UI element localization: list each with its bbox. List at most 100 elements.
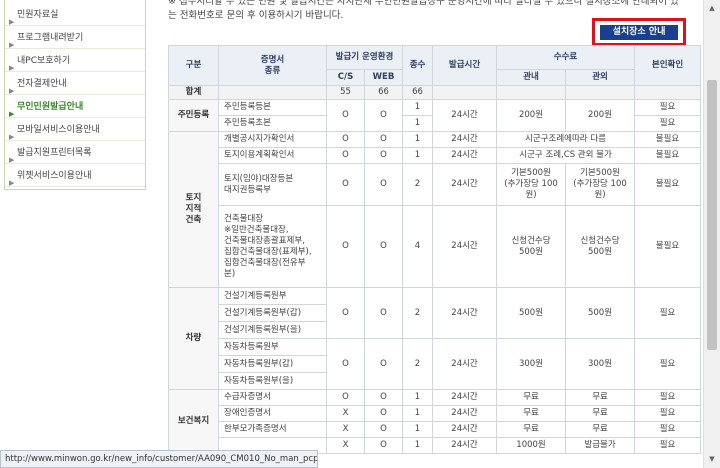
- bullet-icon: ▶: [9, 179, 15, 187]
- identity-cell: 필요: [634, 437, 702, 454]
- fee-in-cell: 무료: [496, 389, 567, 406]
- hours-cell: 24시간: [432, 437, 498, 454]
- header-identity: 본인확인: [634, 45, 702, 86]
- header-count: 종수: [402, 45, 434, 86]
- certificate-name: 자동차등록원부(을): [218, 372, 327, 390]
- cs-cell: O: [326, 147, 365, 164]
- header-cs: C/S: [326, 69, 365, 86]
- cs-cell: X: [326, 421, 365, 438]
- total-web: 66: [363, 85, 404, 100]
- header-fee-outside: 관외: [565, 69, 636, 86]
- table-row: 차량 건설기계등록원부 O O 2 24시간 500원 500원 필요: [168, 287, 702, 390]
- fee-in-cell: 200원: [496, 99, 567, 132]
- fee-out-cell: 200원: [565, 99, 636, 132]
- sidebar-item-label: 민원자료실: [17, 10, 59, 20]
- certificate-name: 건축물대장 ※일반건축물대장, 건축물대장총괄표제부, 집합건축물대장(표제부)…: [218, 205, 327, 288]
- sidebar-item-widget-guide[interactable]: ▶ 위젯서비스이용안내: [5, 165, 145, 187]
- web-cell: O: [363, 287, 404, 339]
- sidebar: ▶ 민원자료실 ▶ 프로그램내려받기 ▶ 내PC보호하기 ▶ 전자결제안내 ▶ 무인민원발…: [0, 0, 152, 468]
- fee-out-cell: 300원: [565, 338, 636, 390]
- total-label: 합계: [168, 85, 219, 100]
- cell: [432, 85, 498, 100]
- category-welfare: 보건복지: [168, 389, 219, 454]
- web-cell: O: [363, 389, 404, 406]
- certificate-name: 건설기계등록원부(갑): [218, 304, 327, 322]
- header-fee-guide: 관내: [496, 69, 567, 86]
- fee-in-cell: 300원: [496, 338, 567, 390]
- certificate-name: 개별공시지가확인서: [218, 131, 327, 148]
- web-cell: O: [363, 205, 404, 288]
- table-row: 보건복지 수급자증명서 O O 1 24시간 무료 무료 필요: [168, 389, 702, 454]
- count-cell: 1: [402, 437, 434, 454]
- cs-cell: O: [326, 99, 365, 132]
- hours-cell: 24시간: [432, 389, 498, 406]
- table-row-total: 합계 55 66 66: [168, 85, 702, 100]
- sidebar-item-data-room[interactable]: ▶ 민원자료실: [5, 4, 145, 26]
- sidebar-item-label: 무인민원발급안내: [17, 102, 84, 112]
- hours-cell: 24시간: [432, 338, 498, 390]
- cs-cell: O: [326, 205, 365, 288]
- hours-cell: 24시간: [432, 147, 498, 164]
- header-hours: 발급시간: [432, 45, 498, 86]
- scroll-up-icon[interactable]: ▲: [704, 0, 720, 17]
- identity-cell: 불필요: [634, 163, 702, 206]
- identity-cell: 필요: [634, 287, 702, 339]
- table-row: 건축물대장 ※일반건축물대장, 건축물대장총괄표제부, 집합건축물대장(표제부)…: [169, 205, 702, 288]
- fee-out-cell: 무료: [565, 389, 636, 406]
- certificate-name: 건설기계등록원부: [218, 287, 327, 305]
- count-cell: 4: [402, 205, 434, 288]
- certificate-name: 주민등록등본: [218, 99, 327, 116]
- cs-cell: O: [326, 389, 365, 406]
- install-location-button[interactable]: 설치장소 안내: [600, 25, 678, 40]
- category-resident: 주민등록: [168, 99, 219, 132]
- count-cell: 1: [402, 147, 434, 164]
- hours-cell: 24시간: [432, 99, 498, 132]
- web-cell: O: [363, 99, 404, 132]
- hours-cell: 24시간: [432, 405, 498, 422]
- sidebar-item-downloads[interactable]: ▶ 프로그램내려받기: [5, 27, 145, 49]
- header-fee: 수수료: [496, 45, 636, 70]
- cs-cell: O: [326, 287, 365, 339]
- sidebar-item-printer-list[interactable]: ▶ 발급지원프린터목록: [5, 142, 145, 164]
- fee-in-cell: 신청건수당 500원: [496, 205, 567, 288]
- fee-in-cell: 무료: [496, 421, 567, 438]
- web-cell: O: [363, 405, 404, 422]
- certificate-name: 토지이용계획확인서: [218, 147, 327, 164]
- web-cell: O: [363, 147, 404, 164]
- identity-cell: 불필요: [634, 205, 702, 288]
- hours-cell: 24시간: [432, 163, 498, 206]
- category-land: 토지 지적 건축: [168, 131, 219, 288]
- fee-out-cell: 기본500원 (추가장당 100 원): [565, 163, 636, 206]
- notice-line-1: ※ 접수처리할 수 있는 민원 및 발급시간은 자치단체 무인민원발급창구 운영…: [168, 0, 679, 7]
- web-cell: O: [363, 131, 404, 148]
- sidebar-item-kiosk-guide[interactable]: ▶ 무인민원발급안내: [5, 96, 145, 118]
- fee-in-cell: 기본500원 (추가장당 100 원): [496, 163, 567, 206]
- sidebar-nav: ▶ 민원자료실 ▶ 프로그램내려받기 ▶ 내PC보호하기 ▶ 전자결제안내 ▶ 무인민원발…: [4, 0, 146, 190]
- vertical-scrollbar[interactable]: ▲ ▼: [703, 0, 720, 468]
- identity-cell: 필요: [634, 421, 702, 438]
- sidebar-item-e-payment[interactable]: ▶ 전자결제안내: [5, 73, 145, 95]
- count-cell: 1: [402, 131, 434, 148]
- total-count: 66: [402, 85, 434, 100]
- fee-in-cell: 1000원: [496, 437, 567, 454]
- certificate-name: 자동차등록원부: [218, 338, 327, 356]
- fee-cell: 시군구조례에따라 다름: [496, 131, 636, 148]
- identity-cell: 필요: [634, 99, 702, 116]
- sidebar-item-mobile-guide[interactable]: ▶ 모바일서비스이용안내: [5, 119, 145, 141]
- web-cell: O: [363, 437, 404, 454]
- identity-cell: 불필요: [634, 131, 702, 148]
- count-cell: 1: [402, 115, 434, 132]
- fee-out-cell: 신청건수당 500원: [565, 205, 636, 288]
- fee-in-cell: 500원: [496, 287, 567, 339]
- fee-out-cell: 무료: [565, 421, 636, 438]
- web-cell: O: [363, 338, 404, 390]
- sidebar-item-label: 프로그램내려받기: [17, 33, 84, 43]
- scroll-down-icon[interactable]: ▼: [704, 451, 720, 468]
- web-cell: O: [363, 163, 404, 206]
- header-certificate: 증명서 종류: [218, 45, 327, 86]
- scroll-thumb[interactable]: [707, 80, 717, 350]
- cs-cell: O: [326, 131, 365, 148]
- sidebar-item-pc-protection[interactable]: ▶ 내PC보호하기: [5, 50, 145, 72]
- notice-line-2: 는 전화번호로 문의 후 이용하시기 바랍니다.: [168, 10, 344, 21]
- cs-cell: X: [326, 437, 365, 454]
